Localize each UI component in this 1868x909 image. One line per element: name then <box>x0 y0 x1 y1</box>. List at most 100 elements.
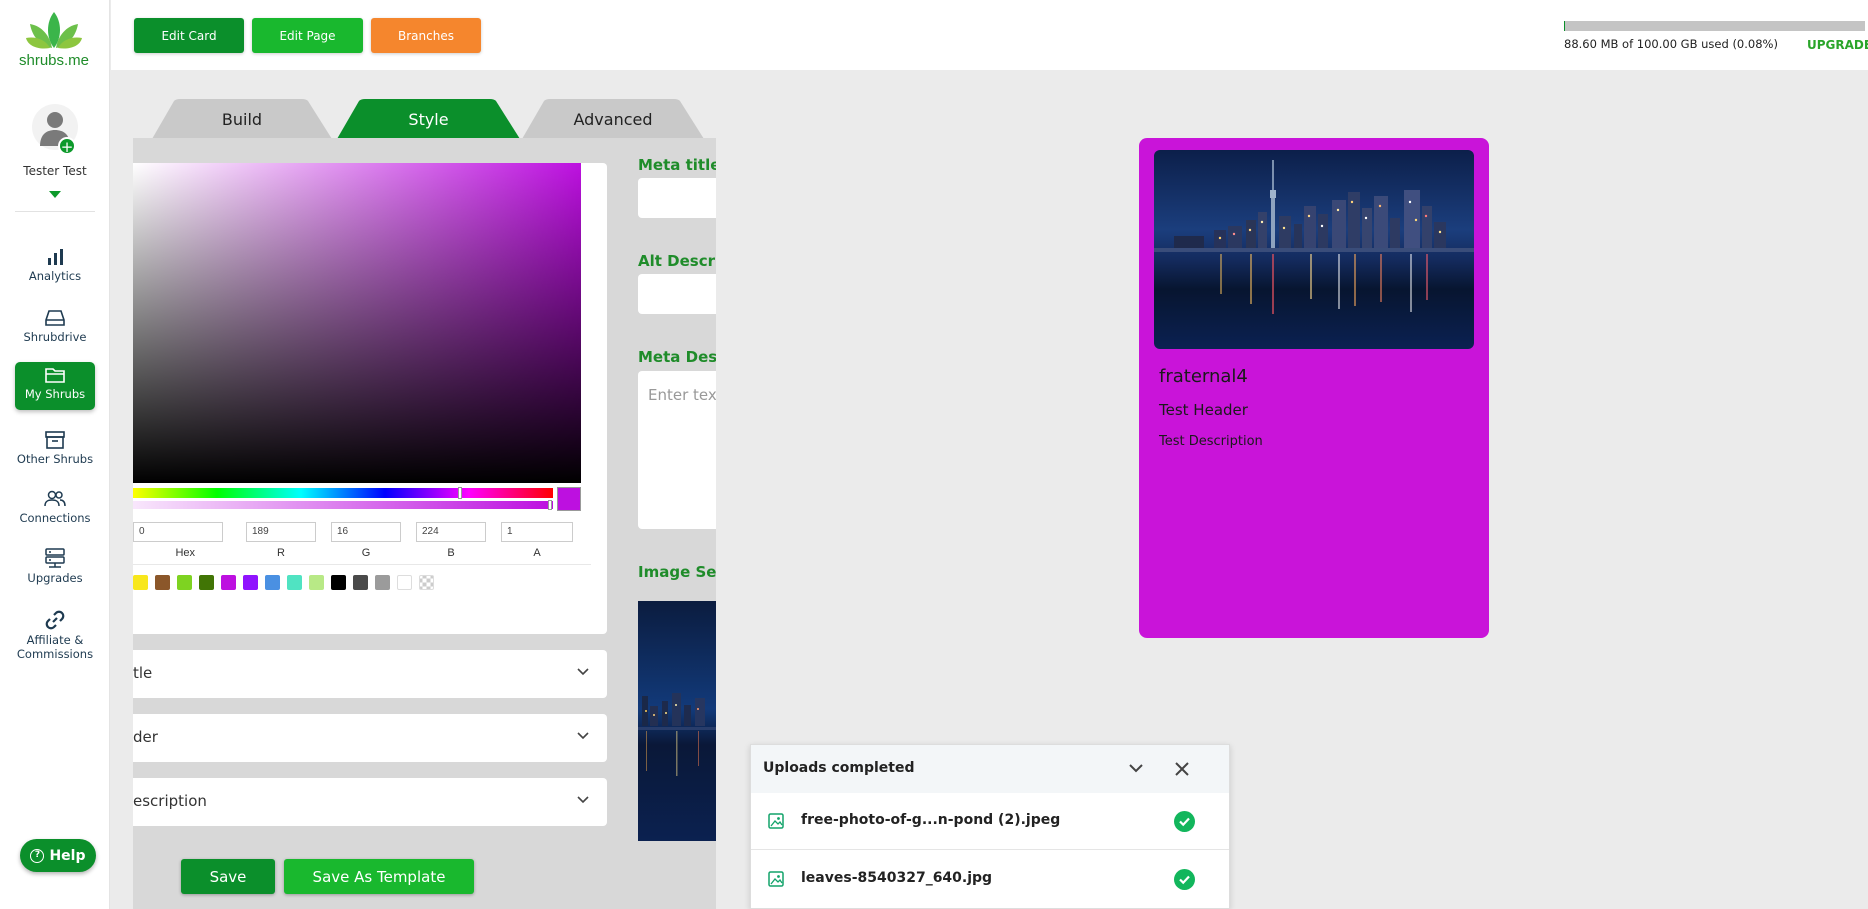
chevron-down-icon[interactable] <box>1129 764 1143 773</box>
check-circle-icon <box>1174 811 1195 832</box>
chevron-down-icon <box>577 732 589 740</box>
tab-build-label: Build <box>221 109 263 129</box>
meta-description-textarea[interactable]: Enter text <box>638 371 716 529</box>
image-file-icon <box>768 813 784 829</box>
upgrade-link[interactable]: UPGRADE <box>1807 38 1868 52</box>
user-name: Tester Test <box>23 164 87 178</box>
preview-card-image <box>1154 150 1474 349</box>
sidebar-item-my-shrubs[interactable]: My Shrubs <box>15 362 95 410</box>
preset-color-swatch[interactable] <box>287 575 302 590</box>
preset-color-swatch[interactable] <box>353 575 368 590</box>
chevron-down-icon <box>577 796 589 804</box>
hue-slider[interactable] <box>133 488 553 498</box>
link-icon <box>45 610 65 630</box>
preset-divider <box>133 564 591 565</box>
preset-color-swatch[interactable] <box>397 575 412 590</box>
hue-slider-handle[interactable] <box>458 487 462 499</box>
meta-description-label: Meta Descr <box>638 348 716 366</box>
folder-icon <box>45 368 65 383</box>
sidebar-item-label: Shrubdrive <box>23 330 87 344</box>
users-icon <box>44 490 66 507</box>
preview-card-description: Test Description <box>1159 434 1263 449</box>
preset-color-swatch[interactable] <box>133 575 148 590</box>
preset-color-swatch[interactable] <box>243 575 258 590</box>
sidebar-item-shrubdrive[interactable]: Shrubdrive <box>15 305 95 353</box>
header-accordion-label: der <box>133 728 158 746</box>
blue-label: B <box>447 547 455 559</box>
green-label: G <box>361 547 371 559</box>
topbar: Edit Card Edit Page Branches 88.60 MB of… <box>111 0 1868 70</box>
meta-title-input[interactable] <box>638 178 716 218</box>
preview-card[interactable]: fraternal4 Test Header Test Description <box>1139 138 1489 638</box>
sidebar-item-label: Analytics <box>28 269 82 283</box>
uploads-title: Uploads completed <box>763 760 915 776</box>
sidebar-item-label: Connections <box>19 511 91 525</box>
saturation-area[interactable] <box>133 163 581 483</box>
tab-build[interactable]: Build <box>152 99 332 139</box>
alpha-label: A <box>533 547 541 559</box>
save-as-template-button[interactable]: Save As Template <box>284 859 474 894</box>
sidebar-item-label: Other Shrubs <box>16 452 94 466</box>
logo[interactable]: shrubs.me <box>14 10 94 70</box>
preset-color-swatch[interactable] <box>221 575 236 590</box>
save-button[interactable]: Save <box>181 859 275 894</box>
meta-description-placeholder: Enter text <box>648 386 716 404</box>
description-accordion[interactable]: escription <box>133 778 607 826</box>
preset-color-swatch[interactable] <box>265 575 280 590</box>
edit-page-button[interactable]: Edit Page <box>252 18 363 53</box>
logo-text: shrubs.me <box>18 52 90 69</box>
archive-icon <box>45 431 65 449</box>
preset-color-swatch[interactable] <box>155 575 170 590</box>
sidebar-item-affiliate[interactable]: Affiliate & Commissions <box>15 606 95 666</box>
blue-input[interactable]: 224 <box>416 522 486 542</box>
tab-style[interactable]: Style <box>337 99 520 139</box>
alpha-slider-handle[interactable] <box>548 500 552 510</box>
storage-usage-text: 88.60 MB of 100.00 GB used (0.08%) <box>1564 37 1778 51</box>
help-label: Help <box>49 847 86 864</box>
branches-button[interactable]: Branches <box>371 18 481 53</box>
title-accordion[interactable]: tle <box>133 650 607 698</box>
preset-color-swatch[interactable] <box>309 575 324 590</box>
alt-description-input[interactable] <box>638 274 716 314</box>
header-accordion[interactable]: der <box>133 714 607 762</box>
alt-description-label: Alt Descrip <box>638 252 716 270</box>
description-accordion-label: escription <box>133 792 207 810</box>
upload-item: leaves-8540327_640.jpg <box>751 851 1229 908</box>
alpha-input[interactable]: 1 <box>501 522 573 542</box>
image-file-icon <box>768 871 784 887</box>
tab-style-label: Style <box>408 109 449 129</box>
alpha-slider[interactable] <box>133 501 553 509</box>
preset-color-swatch[interactable] <box>419 575 434 590</box>
red-label: R <box>277 547 285 559</box>
sidebar-item-analytics[interactable]: Analytics <box>15 244 95 292</box>
green-input[interactable]: 16 <box>331 522 401 542</box>
preset-color-swatch[interactable] <box>177 575 192 590</box>
server-icon <box>45 548 65 568</box>
close-icon[interactable] <box>1174 761 1190 777</box>
sidebar-item-label-line2: Commissions <box>16 647 94 661</box>
style-editor-panel: 0 189 16 224 1 Hex R G B A tle der escri… <box>133 138 716 909</box>
sidebar-item-connections[interactable]: Connections <box>15 486 95 534</box>
sidebar-item-other-shrubs[interactable]: Other Shrubs <box>15 427 95 475</box>
leaves-logo-icon <box>26 12 82 49</box>
meta-title-label: Meta title <box>638 156 716 174</box>
image-settings-thumbnail[interactable] <box>638 601 716 841</box>
sidebar-item-upgrades[interactable]: Upgrades <box>15 544 95 592</box>
uploads-header: Uploads completed <box>751 745 1229 793</box>
preset-color-swatch[interactable] <box>331 575 346 590</box>
edit-card-button[interactable]: Edit Card <box>134 18 244 53</box>
upload-item: free-photo-of-g...n-pond (2).jpeg <box>751 793 1229 850</box>
title-accordion-label: tle <box>133 664 153 682</box>
user-menu-caret-icon[interactable] <box>49 191 61 198</box>
upload-file-name: leaves-8540327_640.jpg <box>801 870 993 886</box>
help-button[interactable]: ? Help <box>20 839 96 872</box>
hex-label: Hex <box>175 547 195 559</box>
check-circle-icon <box>1174 869 1195 890</box>
red-input[interactable]: 189 <box>246 522 316 542</box>
hex-input[interactable]: 0 <box>133 522 223 542</box>
preset-color-swatch[interactable] <box>375 575 390 590</box>
tab-advanced[interactable]: Advanced <box>522 99 704 139</box>
add-avatar-icon[interactable]: + <box>58 137 76 156</box>
upload-file-name: free-photo-of-g...n-pond (2).jpeg <box>801 812 1061 828</box>
preset-color-swatch[interactable] <box>199 575 214 590</box>
